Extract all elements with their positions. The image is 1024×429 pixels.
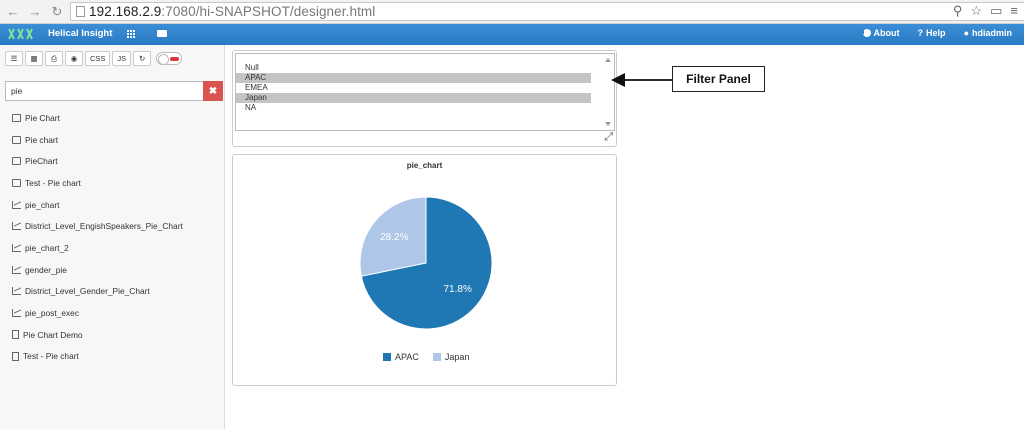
about-link[interactable]: i About (862, 28, 900, 38)
designer-toolbar: ☰ ▦ ⎙ ◉ CSS JS ↻ (5, 51, 183, 66)
legend-item[interactable]: APAC (383, 352, 419, 362)
filter-panel: Null APAC EMEA Japan NA ⤢ (232, 50, 617, 147)
file-list-item-label: Pie Chart Demo (23, 329, 83, 340)
folder-icon (12, 178, 21, 187)
file-list-item[interactable]: District_Level_EngishSpeakers_Pie_Chart (12, 215, 183, 237)
file-list-item-label: pie_post_exec (25, 308, 80, 319)
file-list: Pie Chart Pie chart PieChart Test - Pie cha… (12, 107, 183, 367)
file-list-item[interactable]: pie_chart_2 (12, 237, 183, 259)
filter-option[interactable]: NA (236, 103, 591, 113)
line-chart-icon (12, 309, 21, 318)
file-list-item[interactable]: PieChart (12, 150, 183, 172)
pie-slice-label: 71.8% (444, 284, 472, 295)
browser-actions: ⚲ ☆ ▭ ≡ (953, 3, 1018, 19)
legend-item[interactable]: Japan (432, 352, 470, 362)
filter-listbox[interactable]: Null APAC EMEA Japan NA (235, 53, 615, 131)
document-icon (12, 351, 19, 361)
callout-label: Filter Panel (672, 66, 765, 92)
file-list-item-label: District_Level_Gender_Pie_Chart (25, 286, 150, 297)
callout-arrow-icon (611, 73, 673, 87)
refresh-icon[interactable]: ↻ (133, 51, 152, 66)
resize-icon[interactable]: ⤢ (604, 131, 613, 144)
file-list-item-label: District_Level_EngishSpeakers_Pie_Chart (25, 221, 183, 232)
chart-legend: APAC Japan (383, 352, 469, 362)
bookmark-star-icon[interactable]: ☆ (970, 3, 982, 19)
file-list-item[interactable]: Test - Pie chart (12, 346, 183, 368)
sidebar: ☰ ▦ ⎙ ◉ CSS JS ↻ ✖ Pie ChartPie chartPie… (0, 45, 225, 429)
search-input[interactable] (5, 81, 204, 101)
legend-swatch (432, 353, 441, 361)
file-list-item-label: Test - Pie chart (23, 351, 79, 362)
line-chart-icon (12, 200, 21, 209)
filter-scrollbar[interactable] (603, 54, 613, 130)
print-icon[interactable]: ⎙ (45, 51, 63, 66)
legend-label: Japan (444, 352, 470, 362)
list-icon[interactable]: ☰ (5, 51, 23, 66)
js-button[interactable]: JS (112, 51, 132, 66)
search-box: ✖ (5, 81, 223, 101)
key-icon[interactable]: ⚲ (953, 3, 963, 19)
save-icon[interactable]: ▦ (25, 51, 43, 66)
question-icon: ? (917, 28, 924, 38)
address-bar[interactable]: 192.168.2.9:7080/hi-SNAPSHOT/designer.ht… (70, 2, 1024, 21)
chart-panel: pie_chart 71.8% 28.2% APAC Japan (232, 154, 617, 386)
app-navbar: Helical Insight i About ? Help ● hdiadmin (0, 24, 1024, 45)
scroll-down-icon[interactable] (605, 122, 611, 126)
pie-slice-label: 28.2% (380, 232, 408, 243)
browser-toolbar: ← → ↻ 192.168.2.9:7080/hi-SNAPSHOT/desig… (0, 0, 1024, 24)
file-list-item-label: pie_chart_2 (25, 242, 69, 253)
file-list-item[interactable]: Pie Chart (12, 107, 183, 129)
file-list-item-label: Test - Pie chart (25, 177, 81, 188)
file-list-item-label: Pie chart (25, 134, 59, 145)
preview-eye-icon[interactable]: ◉ (65, 51, 83, 66)
legend-label: APAC (395, 352, 419, 362)
line-chart-icon (12, 222, 21, 231)
file-list-item[interactable]: Pie chart (12, 129, 183, 151)
scroll-up-icon[interactable] (605, 58, 611, 62)
file-list-item[interactable]: pie_post_exec (12, 302, 183, 324)
document-icon (12, 330, 19, 340)
file-list-item-label: Pie Chart (25, 112, 60, 123)
user-menu[interactable]: ● hdiadmin (964, 28, 1012, 38)
legend-swatch (383, 353, 391, 361)
line-chart-icon (12, 265, 21, 274)
mode-toggle[interactable] (156, 52, 183, 65)
file-list-item-label: PieChart (25, 156, 58, 167)
menu-icon[interactable]: ≡ (1010, 3, 1018, 19)
file-list-item[interactable]: Pie Chart Demo (12, 324, 183, 346)
filter-option[interactable]: APAC (236, 73, 591, 83)
file-list-item[interactable]: District_Level_Gender_Pie_Chart (12, 281, 183, 303)
line-chart-icon (12, 287, 21, 296)
reload-icon[interactable]: ↻ (48, 3, 66, 21)
clear-search-button[interactable]: ✖ (203, 81, 223, 101)
file-list-item-label: gender_pie (25, 264, 67, 275)
user-icon: ● (963, 28, 969, 38)
filter-option[interactable]: EMEA (236, 83, 591, 93)
grid-menu-icon[interactable] (126, 29, 135, 38)
filter-option[interactable]: Japan (236, 93, 591, 103)
css-button[interactable]: CSS (85, 51, 111, 66)
forward-icon[interactable]: → (26, 3, 44, 21)
file-list-item-label: pie_chart (25, 199, 60, 210)
folder-icon (12, 135, 21, 144)
folder-menu-icon[interactable] (157, 30, 167, 37)
line-chart-icon (12, 243, 21, 252)
file-list-item[interactable]: gender_pie (12, 259, 183, 281)
info-icon: i (862, 29, 871, 37)
folder-icon (12, 157, 21, 166)
file-list-item[interactable]: Test - Pie chart (12, 172, 183, 194)
url-text: 192.168.2.9:7080/hi-SNAPSHOT/designer.ht… (89, 4, 376, 19)
filter-option[interactable]: Null (236, 63, 591, 73)
cast-icon[interactable]: ▭ (990, 3, 1002, 19)
help-link[interactable]: ? Help (918, 28, 946, 38)
page-icon (76, 6, 85, 17)
brand-name[interactable]: Helical Insight (48, 28, 112, 39)
helical-logo-icon (8, 28, 33, 40)
folder-icon (12, 113, 21, 122)
file-list-item[interactable]: pie_chart (12, 194, 183, 216)
back-icon[interactable]: ← (4, 3, 22, 21)
